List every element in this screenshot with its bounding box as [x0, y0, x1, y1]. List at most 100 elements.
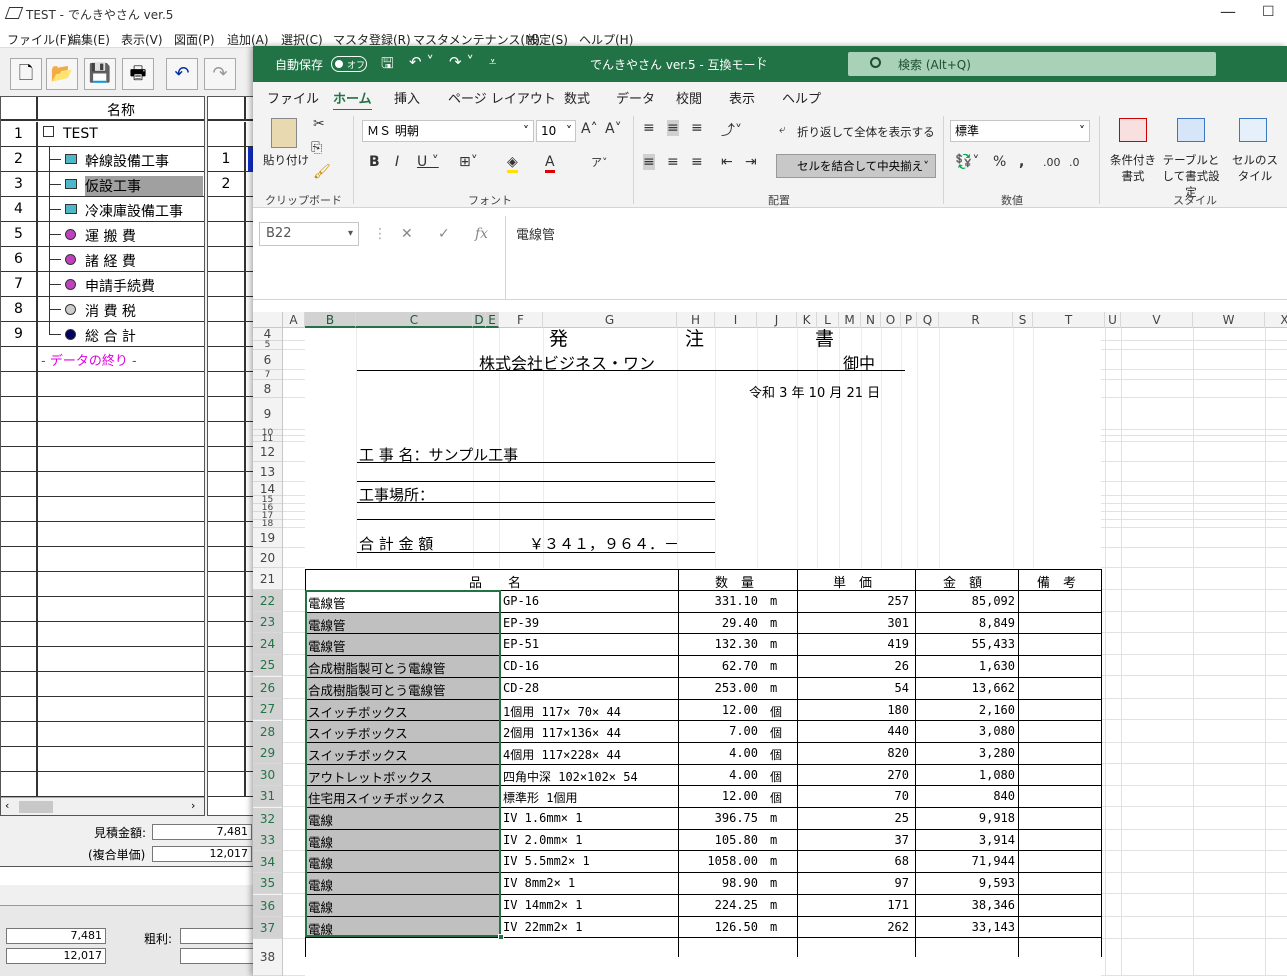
col-header[interactable]: B	[305, 312, 356, 328]
align-top-icon[interactable]: ≡	[643, 120, 655, 136]
undo-icon[interactable]: ↶ ˅	[409, 53, 434, 71]
tab-formulas[interactable]: 数式	[564, 88, 590, 107]
number-format-select[interactable]: 標準 ˅	[950, 120, 1090, 142]
col-header[interactable]: S	[1013, 312, 1033, 328]
col-header[interactable]: R	[939, 312, 1013, 328]
conditional-format-button[interactable]: 条件付き書式	[1109, 152, 1157, 184]
row-header[interactable]: 29	[253, 742, 282, 764]
col-header[interactable]: M	[839, 312, 861, 328]
orientation-icon[interactable]: ⤴˅	[721, 120, 742, 140]
row-header[interactable]: 7	[253, 370, 282, 380]
col-header[interactable]: W	[1193, 312, 1265, 328]
align-center-icon[interactable]: ≡	[667, 154, 679, 170]
save-icon[interactable]: 🖫	[381, 53, 394, 78]
italic-icon[interactable]: I	[395, 154, 399, 170]
menu-drawing[interactable]: 図面(P)	[174, 31, 215, 48]
col-header[interactable]: N	[861, 312, 881, 328]
percent-icon[interactable]: %	[993, 154, 1006, 170]
col-header[interactable]: P	[901, 312, 917, 328]
col-header[interactable]: J	[757, 312, 797, 328]
currency-icon[interactable]: 💱˅	[955, 154, 979, 170]
format-painter-icon[interactable]: 🖌	[313, 164, 331, 180]
tree-row[interactable]: 6 諸 経 費	[1, 247, 204, 272]
col-header[interactable]: I	[715, 312, 757, 328]
maximize-icon[interactable]: ☐	[1262, 4, 1275, 20]
customize-qat-icon[interactable]: ⩡	[489, 55, 496, 70]
col-header[interactable]: A	[283, 312, 305, 328]
row-header[interactable]: 25	[253, 655, 282, 676]
tab-view[interactable]: 表示	[729, 88, 755, 107]
align-middle-icon[interactable]: ≡	[667, 120, 679, 136]
row-header[interactable]: 27	[253, 699, 282, 720]
chevron-down-icon[interactable]: ˅	[757, 56, 763, 70]
col-header[interactable]: C	[356, 312, 473, 328]
row-header[interactable]: 33	[253, 829, 282, 851]
row-header[interactable]: 36	[253, 895, 282, 917]
col-header[interactable]: E	[486, 312, 499, 328]
row-header[interactable]: 13	[253, 462, 282, 482]
row-header[interactable]: 6	[253, 350, 282, 370]
tree-row[interactable]: 5 運 搬 費	[1, 222, 204, 247]
open-folder-icon[interactable]: 📂	[46, 58, 78, 90]
cancel-icon[interactable]: ✕	[401, 226, 413, 242]
increase-decimal-icon[interactable]: .00	[1043, 156, 1061, 169]
row-header[interactable]: 5	[253, 341, 282, 350]
select-all-corner[interactable]	[253, 312, 283, 328]
wrap-text-icon[interactable]: ⤶	[779, 122, 786, 137]
row-header[interactable]: 35	[253, 873, 282, 894]
menu-edit[interactable]: 編集(E)	[69, 31, 110, 48]
row-header[interactable]: 31	[253, 786, 282, 807]
search-box[interactable]: 検索 (Alt+Q)	[848, 52, 1216, 76]
tree-row[interactable]: 7 申請手続費	[1, 272, 204, 297]
col-header[interactable]: X	[1265, 312, 1287, 328]
decrease-indent-icon[interactable]: ⇤	[721, 154, 733, 170]
border-icon[interactable]: ⊞˅	[459, 154, 478, 170]
tab-data[interactable]: データ	[616, 88, 655, 107]
paste-icon[interactable]	[271, 118, 297, 148]
increase-indent-icon[interactable]: ⇥	[745, 154, 757, 170]
new-file-icon[interactable]: 🗋	[10, 58, 42, 90]
enter-icon[interactable]: ✓	[438, 226, 450, 242]
row-header[interactable]: 23	[253, 612, 282, 633]
row-header[interactable]: 9	[253, 398, 282, 430]
row-header[interactable]: 38	[253, 939, 282, 976]
fill-handle[interactable]	[498, 934, 504, 941]
underline-icon[interactable]: U ˅	[417, 154, 439, 170]
align-right-icon[interactable]: ≡	[691, 154, 703, 170]
copy-icon[interactable]: ⎘	[311, 140, 322, 156]
tree-row[interactable]: 1 TEST	[1, 122, 204, 147]
decrease-decimal-icon[interactable]: .0	[1069, 156, 1080, 169]
tab-page-layout[interactable]: ページ レイアウト	[448, 88, 556, 107]
row-header[interactable]: 22	[253, 590, 282, 612]
insert-function-icon[interactable]: fx	[475, 226, 488, 242]
col-header[interactable]: V	[1121, 312, 1193, 328]
row-header[interactable]: 19	[253, 528, 282, 548]
font-size-select[interactable]: 10 ˅	[536, 120, 576, 142]
redo-icon[interactable]: ↷ ˅	[449, 53, 474, 71]
row-header[interactable]: 37	[253, 917, 282, 939]
row-header[interactable]: 14	[253, 482, 282, 496]
col-header[interactable]: Q	[917, 312, 939, 328]
minimize-icon[interactable]: —	[1220, 2, 1236, 21]
align-bottom-icon[interactable]: ≡	[691, 120, 703, 136]
tab-file[interactable]: ファイル	[267, 88, 319, 107]
tab-insert[interactable]: 挿入	[394, 88, 420, 107]
tab-help[interactable]: ヘルプ	[782, 88, 821, 107]
cell-styles-button[interactable]: セルのスタイル	[1231, 152, 1279, 184]
workbook-title[interactable]: でんきやさん ver.5 - 互換モード	[590, 56, 768, 73]
font-name-select[interactable]: ＭＳ 明朝 ˅	[362, 120, 534, 142]
undo-icon[interactable]: ↶	[166, 58, 198, 90]
phonetic-icon[interactable]: ア˅	[591, 154, 608, 170]
autosave-toggle[interactable]: オフ	[331, 56, 367, 72]
tree-hscrollbar[interactable]: ‹ ›	[1, 797, 204, 815]
menu-file[interactable]: ファイル(F)	[7, 31, 71, 48]
col-header[interactable]: U	[1105, 312, 1121, 328]
row-header[interactable]: 21	[253, 568, 282, 590]
row-header[interactable]: 24	[253, 633, 282, 655]
save-icon[interactable]: 💾	[84, 58, 116, 90]
col-header[interactable]: D	[473, 312, 486, 328]
tree-row[interactable]: 9 総 合 計	[1, 322, 204, 347]
tab-home[interactable]: ホーム	[333, 88, 372, 112]
bold-icon[interactable]: B	[369, 154, 380, 170]
formula-bar[interactable]: 電線管	[505, 216, 1285, 300]
